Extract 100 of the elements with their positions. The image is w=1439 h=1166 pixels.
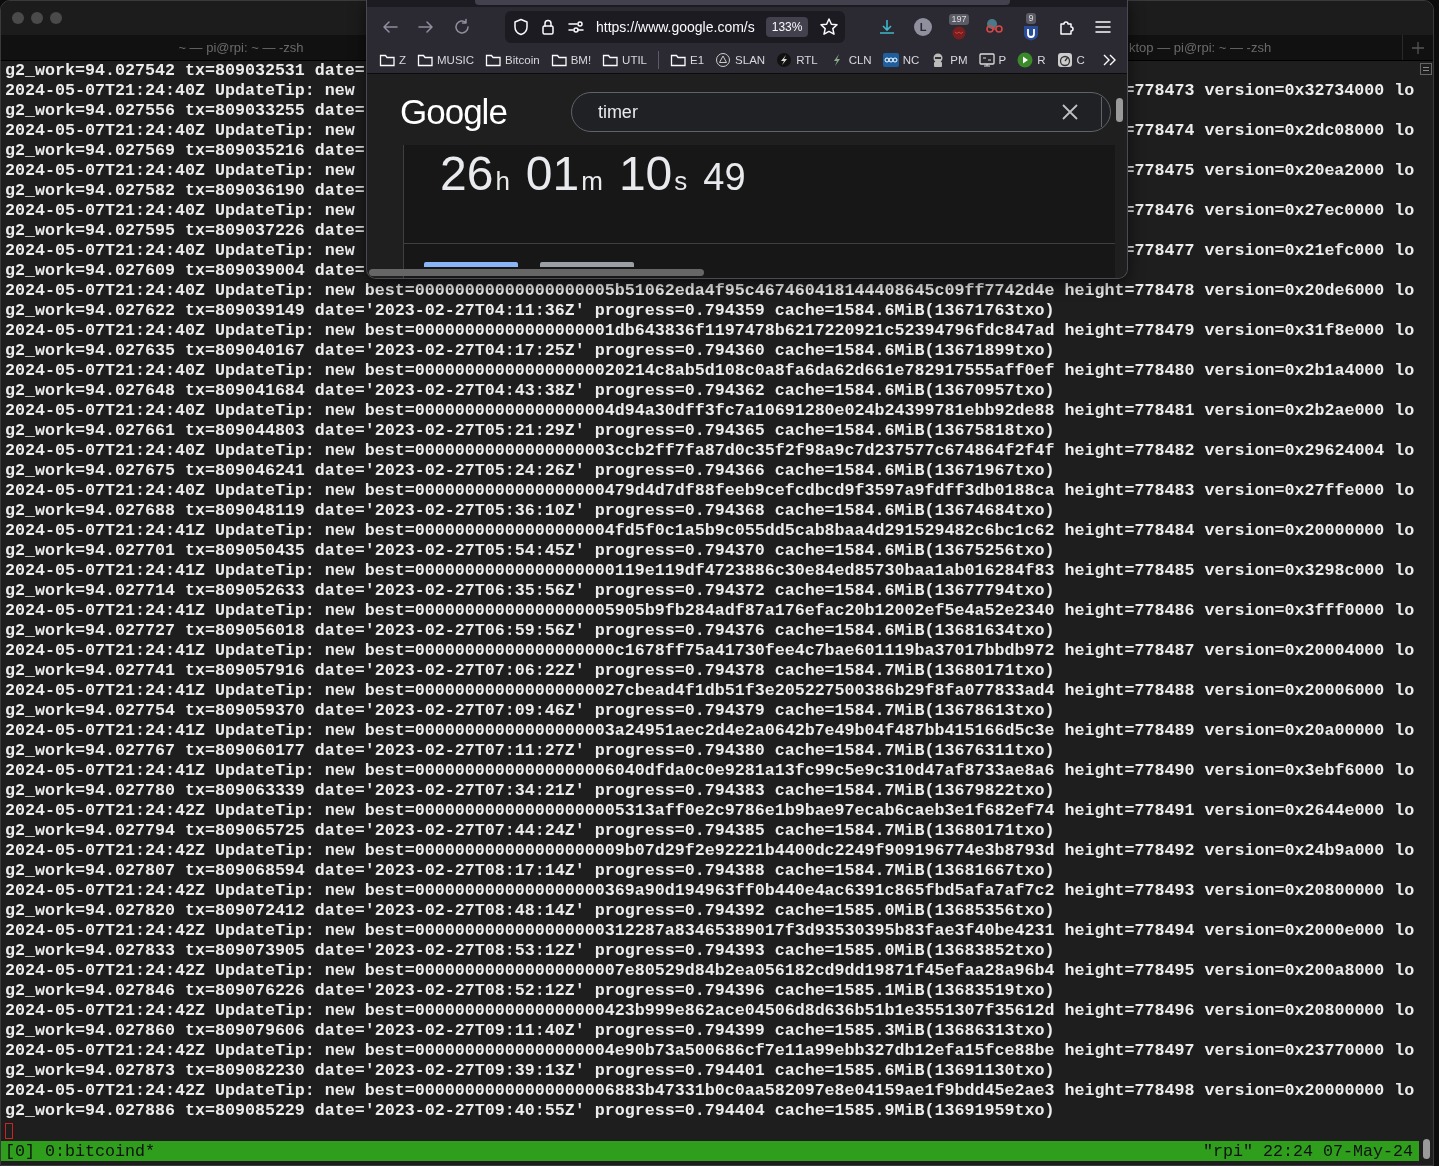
timer-value: 26h — [440, 146, 510, 202]
menu-icon[interactable] — [1094, 18, 1112, 36]
bookmark[interactable]: MUSIC — [417, 52, 475, 68]
badge: 9 — [1026, 13, 1036, 24]
terminal-line: g2_work=94.027714 tx=809052633 date='2023-02-27T06:35:56Z' progress=0.794372 cache=1584.6MiB(13677794txo) — [5, 581, 1055, 601]
tab-title[interactable]: ~ — pi@rpi: ~ — -zsh — [178, 40, 304, 55]
terminal-line: g2_work=94.027833 tx=809073905 date='2023-02-27T08:53:12Z' progress=0.794393 cache=1585.0MiB(13683852txo) — [5, 941, 1055, 961]
terminal-line: g2_work=94.027727 tx=809056018 date='2023-02-27T06:59:56Z' progress=0.794376 cache=1584.6MiB(13681634txo) — [5, 621, 1055, 641]
terminal-line: g2_work=94.027807 tx=809068594 date='2023-02-27T08:17:14Z' progress=0.794388 cache=1584.7MiB(13681667txo) — [5, 861, 1055, 881]
lightning-circle-icon — [776, 52, 793, 68]
terminal-line: 2024-05-07T21:24:41Z UpdateTip: new best=000000000000000000027cbead4f1db51f3e205227500386b29f8fa077833ad4 height=778488 version=0x20006000 lo — [5, 681, 1415, 701]
close-icon[interactable] — [1060, 103, 1079, 121]
terminal-line: 2024-05-07T21:24:42Z UpdateTip: new best=0000000000000000000423b999e862ace04506d8d636b51b1e3551307f35612d height=778496 version=0x20800000 lo — [5, 1001, 1415, 1021]
forward-arrow-icon[interactable] — [417, 18, 435, 36]
puzzle-icon[interactable] — [1058, 18, 1076, 36]
terminal-line: g2_work=94.027754 tx=809059370 date='2023-02-27T07:09:46Z' progress=0.794379 cache=1584.7MiB(13678613txo) — [5, 701, 1055, 721]
scrollbar-thumb[interactable] — [369, 269, 704, 276]
terminal-line: 2024-05-07T21:24:40Z UpdateTip: new — [5, 121, 355, 141]
lock-icon — [540, 18, 556, 36]
terminal-line: 2024-05-07T21:24:40Z UpdateTip: new best=00000000000000000005b51062eda4f95c467460418144408645c09ff7742d4e height=778478 version=0x20de6000 lo — [5, 281, 1415, 301]
avatar[interactable]: L — [914, 18, 932, 36]
terminal-line: 2024-05-07T21:24:40Z UpdateTip: new best=0000000000000000000479d4d7df88feeb9cefcdbcd9f3597a9fdff3db0188ca height=778483 version=0x27ffe000 lo — [5, 481, 1415, 501]
bookmark[interactable]: R — [1017, 52, 1046, 68]
terminal-line: 2024-05-07T21:24:40Z UpdateTip: new — [5, 161, 355, 181]
address-bar[interactable]: https://www.google.com/s 133% — [505, 11, 845, 43]
scrollbar-thumb[interactable] — [1422, 1139, 1430, 1159]
status-info: "rpi" 22:24 07-May-24 — [1203, 1141, 1413, 1161]
scrollbar-thumb[interactable] — [1116, 98, 1123, 122]
rings-icon — [882, 52, 899, 68]
timer-value: 10s — [618, 146, 688, 202]
glasses-icon[interactable] — [984, 18, 1006, 36]
back-arrow-icon[interactable] — [381, 18, 399, 36]
shield-badge-icon[interactable] — [1023, 25, 1039, 41]
tab-title[interactable]: ktop — pi@rpi: ~ — -zsh — [1129, 40, 1272, 55]
gauge-icon — [1056, 52, 1073, 68]
terminal-line: g2_work=94.027622 tx=809039149 date='2023-02-27T04:11:36Z' progress=0.794359 cache=1584.6MiB(13671763txo) — [5, 301, 1055, 321]
terminal-line: g2_work=94.027860 tx=809079606 date='2023-02-27T09:11:40Z' progress=0.794399 cache=1585.3MiB(13686313txo) — [5, 1021, 1055, 1041]
bookmark[interactable]: RTL — [776, 52, 818, 68]
terminal-line: g2_work=94.027595 tx=809037226 date= — [5, 221, 365, 241]
terminal-line: g2_work=94.027767 tx=809060177 date='2023-02-27T07:11:27Z' progress=0.794380 cache=1584.7MiB(13676311txo) — [5, 741, 1055, 761]
bookmark[interactable]: E1 — [670, 52, 705, 68]
timer-value: 01 m — [525, 146, 603, 202]
terminal-line: =778477 version=0x21efc000 lo — [1124, 241, 1415, 261]
terminal-line: g2_work=94.027556 tx=809033255 date= — [5, 101, 365, 121]
bookmark[interactable]: C — [1056, 52, 1085, 68]
bookmark[interactable]: Z — [379, 52, 407, 68]
folder-icon — [417, 52, 434, 68]
terminal-line: g2_work=94.027886 tx=809085229 date='2023-02-27T09:40:55Z' progress=0.794404 cache=1585.9MiB(13691959txo) — [5, 1101, 1055, 1121]
terminal-line: g2_work=94.027609 tx=809039004 date= — [5, 261, 365, 281]
terminal-line: 2024-05-07T21:24:40Z UpdateTip: new best=00000000000000000004d94a30dff3fc7a10691280e024b24399781ebb92de88 height=778481 version=0x2b2ae000 lo — [5, 401, 1415, 421]
triangle-circle-icon — [715, 52, 732, 68]
scroll-marker-icon — [1420, 63, 1432, 75]
timer-value: 49 — [703, 155, 746, 200]
terminal-line: 2024-05-07T21:24:42Z UpdateTip: new best=000000000000000000005313aff0e2c9786e1b9bae97ecab6caeb3e1f682ef74 height=778491 version=0x2644e000 lo — [5, 801, 1415, 821]
bookmark[interactable]: Bitcoin — [485, 52, 540, 68]
terminal-line: g2_work=94.027741 tx=809057916 date='2023-02-27T07:06:22Z' progress=0.794378 cache=1584.7MiB(13680171txo) — [5, 661, 1055, 681]
url-text: https://www.google.com/s — [596, 19, 755, 35]
zoom-level[interactable]: 133% — [765, 17, 809, 37]
terminal-line: 2024-05-07T21:24:41Z UpdateTip: new best=00000000000000000006040dfda0c0e9281a13fc99c5e9c310d47af8733ae8a6 height=778490 version=0x3ebf6000 lo — [5, 761, 1415, 781]
terminal-line: 2024-05-07T21:24:40Z UpdateTip: new best=000000000000000000020214c8ab5d108c0a8fa6da62d661e782917555aff0ef height=778480 version=0x2b1a4000 lo — [5, 361, 1415, 381]
terminal-line: 2024-05-07T21:24:41Z UpdateTip: new best=00000000000000000003a24951aec2d4e2a0642b7e49b04f487bb415166d5c3e height=778489 version=0x20a00000 lo — [5, 721, 1415, 741]
google-logo[interactable]: Google — [400, 92, 507, 132]
terminal-line: 2024-05-07T21:24:40Z UpdateTip: new — [5, 241, 355, 261]
terminal-line: 2024-05-07T21:24:41Z UpdateTip: new best=00000000000000000000119e119df4723886c30e84ed85730baa1ab016284f83 height=778485 version=0x3298c000 lo — [5, 561, 1415, 581]
terminal-line: 2024-05-07T21:24:40Z UpdateTip: new — [5, 201, 355, 221]
bookmark[interactable]: BM! — [550, 52, 592, 68]
bookmark[interactable]: PM — [930, 52, 968, 68]
terminal-line: g2_work=94.027582 tx=809036190 date= — [5, 181, 365, 201]
play-icon — [1017, 52, 1034, 68]
terminal-line: g2_work=94.027688 tx=809048119 date='2023-02-27T05:36:10Z' progress=0.794368 cache=1584.6MiB(13674684txo) — [5, 501, 1055, 521]
badge: 197 — [949, 14, 969, 25]
terminal-line: 2024-05-07T21:24:40Z UpdateTip: new best=00000000000000000001db643836f1197478b6217220921c52394796fdc847ad height=778479 version=0x31f8e000 lo — [5, 321, 1415, 341]
terminal-line: g2_work=94.027701 tx=809050435 date='2023-02-27T05:54:45Z' progress=0.794370 cache=1584.6MiB(13675256txo) — [5, 541, 1055, 561]
bookmark[interactable]: P — [978, 52, 1007, 68]
bookmark[interactable]: NC — [882, 52, 920, 68]
bookmark[interactable]: SLAN — [715, 52, 766, 68]
terminal-line: 2024-05-07T21:24:42Z UpdateTip: new best=00000000000000000006883b47331b0c0aa582097e8e04159ae1f9bdd45e2ae3 height=778498 version=0x20000000 lo — [5, 1081, 1415, 1101]
terminal-line: 2024-05-07T21:24:41Z UpdateTip: new best=00000000000000000005905b9fb284adf87a176efac20b12002ef5e4a52e2340 height=778486 version=0x3fff0000 lo — [5, 601, 1415, 621]
bookmark[interactable]: UTIL — [602, 52, 647, 68]
download-icon[interactable] — [878, 18, 896, 36]
star-icon[interactable] — [819, 17, 840, 37]
permissions-icon — [567, 18, 585, 36]
bookmark[interactable]: CLN — [828, 52, 872, 68]
terminal-cursor — [5, 1123, 13, 1139]
terminal-line: 2024-05-07T21:24:41Z UpdateTip: new best=00000000000000000004fd5f0c1a5b9c055dd5cab8baa4d291529482c6bc1c62 height=778484 version=0x20000000 lo — [5, 521, 1415, 541]
terminal-line: =778476 version=0x27ec0000 lo — [1124, 201, 1415, 221]
terminal-line: =778473 version=0x32734000 lo — [1124, 81, 1415, 101]
reload-icon[interactable] — [453, 18, 471, 36]
folder-icon — [485, 52, 502, 68]
terminal-line: 2024-05-07T21:24:41Z UpdateTip: new best=00000000000000000000c1678ff75a41730fee4c7bae601119ba37017bbdb972 height=778487 version=0x20004000 lo — [5, 641, 1415, 661]
search-field[interactable]: timer — [570, 92, 1111, 132]
folder-icon — [670, 52, 686, 68]
terminal-line: 2024-05-07T21:24:40Z UpdateTip: new best=00000000000000000003ccb2ff7fa87d0c35f2f98a9c7d237577c674864f2f4f height=778482 version=0x29624004 lo — [5, 441, 1415, 461]
window-list: [0] 0:bitcoind* — [5, 1141, 155, 1161]
terminal-line: g2_work=94.027794 tx=809065725 date='2023-02-27T07:44:24Z' progress=0.794385 cache=1584.7MiB(13680171txo) — [5, 821, 1055, 841]
extension-icon[interactable] — [951, 26, 967, 40]
chevrons-icon[interactable] — [1101, 53, 1117, 67]
folder-icon — [550, 52, 567, 68]
terminal-line: 2024-05-07T21:24:42Z UpdateTip: new best=00000000000000000004e90b73a500686cf7e11a99ebb327db12efa15fce88be height=778497 version=0x23770000 lo — [5, 1041, 1415, 1061]
terminal-line: g2_work=94.027675 tx=809046241 date='2023-02-27T05:24:26Z' progress=0.794366 cache=1584.6MiB(13671967txo) — [5, 461, 1055, 481]
